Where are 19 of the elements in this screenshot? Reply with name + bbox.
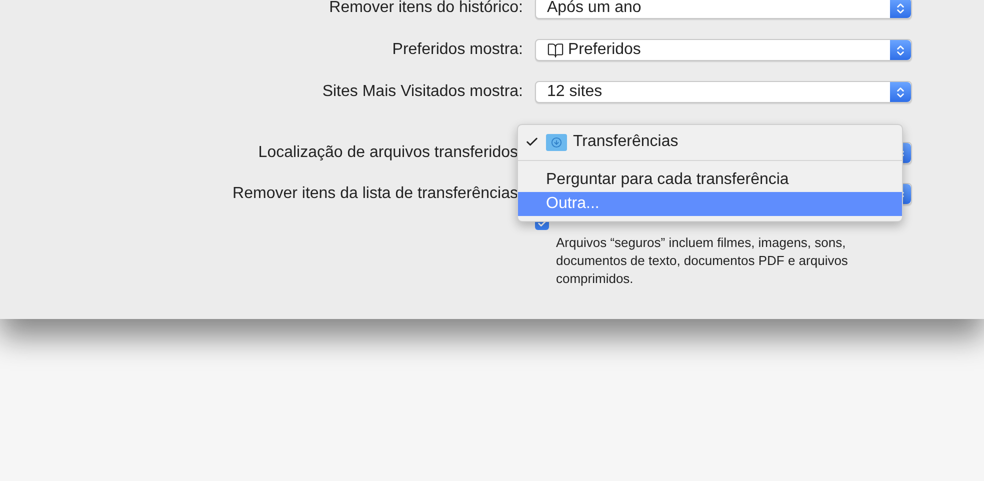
help-text: Arquivos “seguros” incluem filmes, imagens, sons, documentos de texto, documentos PDF e arquivos comprimidos. — [556, 234, 849, 288]
stepper-icon — [890, 0, 911, 18]
folder-icon — [546, 134, 567, 150]
popup-button[interactable]: Após um ano — [535, 0, 912, 19]
setting-label: Sites Mais Visitados mostra: — [321, 82, 523, 102]
popup-value: 12 sites — [547, 82, 602, 102]
book-icon — [547, 42, 564, 58]
setting-label: Preferidos mostra: — [391, 40, 523, 60]
popup-button[interactable]: 12 sites — [535, 81, 912, 103]
setting-label: Localização de arquivos transferidos — [257, 143, 518, 163]
stepper-icon — [890, 40, 911, 60]
popup-value: Preferidos — [568, 40, 641, 60]
setting-label: Remover itens do histórico: — [328, 0, 523, 18]
popup-value: Após um ano — [547, 0, 642, 18]
menu-item[interactable]: Transferências — [518, 130, 902, 154]
setting-label: Remover itens da lista de transferências — [232, 184, 518, 204]
stepper-icon — [890, 82, 911, 102]
menu-item[interactable]: Perguntar para cada transferência — [518, 168, 902, 192]
popup-button[interactable]: Preferidos — [535, 39, 912, 61]
